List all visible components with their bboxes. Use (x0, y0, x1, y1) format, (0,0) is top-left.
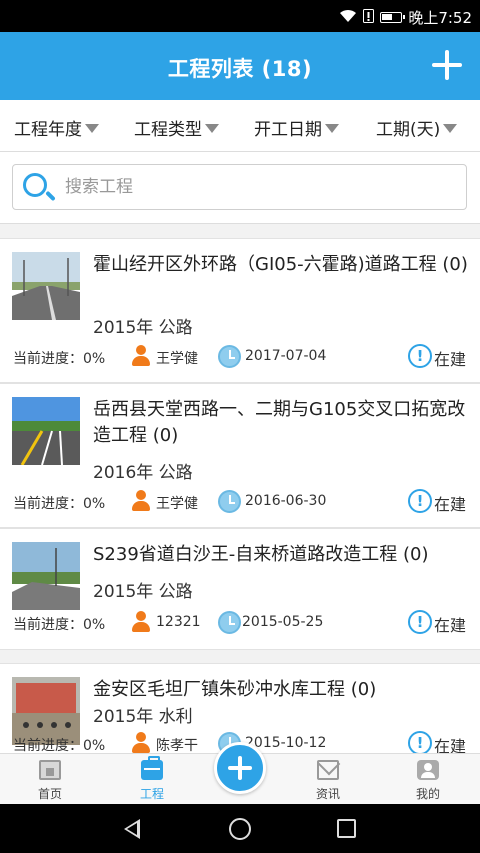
tab-label: 首页 (37, 787, 62, 801)
project-thumbnail (12, 397, 80, 465)
project-progress: 当前进度：0% (13, 738, 106, 753)
filter-project-type[interactable]: 工程类型 (134, 115, 219, 140)
project-manager: 王学健 (156, 496, 198, 512)
caret-down-icon (443, 124, 458, 133)
project-item[interactable]: S239省道白沙王-自来桥道路改造工程 (0) 2015年 公路 当前进度：0%… (0, 528, 480, 650)
app-bar: 工程列表 (18) (0, 32, 480, 100)
tab-label: 工程 (139, 787, 164, 801)
caret-down-icon (85, 124, 99, 133)
home-icon (39, 760, 61, 780)
project-meta: 当前进度：0% 王学健 2016-06-30 ! 在建 (0, 489, 480, 514)
project-date: 2016-06-30 (245, 493, 327, 509)
project-status: 在建 (434, 737, 467, 753)
project-meta: 当前进度：0% 王学健 2017-07-04 ! 在建 (0, 344, 480, 369)
back-icon[interactable] (124, 819, 140, 839)
project-date: 2017-07-04 (245, 348, 327, 364)
project-year-type: 2016年 公路 (93, 463, 193, 483)
project-date: 2015-05-25 (242, 614, 324, 630)
project-manager: 陈孝干 (156, 738, 198, 753)
status-icons: 晚上7:52 (339, 7, 472, 28)
caret-down-icon (325, 124, 339, 133)
project-progress: 当前进度：0% (13, 496, 106, 512)
project-status: 在建 (434, 350, 467, 369)
tab-news[interactable]: 资讯 (288, 754, 368, 805)
search-input[interactable] (65, 173, 455, 201)
center-add-button[interactable] (214, 742, 266, 794)
search-area (0, 152, 480, 224)
project-status: 在建 (434, 616, 467, 635)
clock-icon (218, 611, 241, 634)
filter-label: 工期(天) (376, 120, 441, 140)
project-name: 岳西县天堂西路一、二期与G105交叉口拓宽改造工程 (0) (93, 399, 466, 446)
project-list: 霍山经开区外环路（GI05-六霍路)道路工程 (0) 2015年 公路 当前进度… (0, 238, 480, 753)
project-name: 金安区毛坦厂镇朱砂冲水库工程 (0) (93, 679, 377, 700)
project-manager: 12321 (156, 614, 201, 630)
filter-duration[interactable]: 工期(天) (376, 115, 458, 140)
recent-apps-icon[interactable] (337, 819, 356, 838)
alert-icon: ! (408, 344, 432, 368)
filter-label: 开工日期 (254, 120, 322, 140)
status-time: 晚上7:52 (408, 9, 472, 27)
briefcase-icon (141, 756, 163, 780)
project-year-type: 2015年 公路 (93, 318, 193, 338)
tab-home[interactable]: 首页 (10, 754, 90, 805)
mail-icon (317, 760, 339, 780)
wifi-icon (339, 9, 357, 27)
person-icon (130, 732, 152, 753)
caret-down-icon (205, 124, 219, 133)
search-box[interactable] (12, 164, 467, 210)
alert-icon: ! (408, 731, 432, 753)
search-icon (21, 171, 56, 205)
project-progress: 当前进度：0% (13, 351, 106, 367)
tab-me[interactable]: 我的 (388, 754, 468, 805)
sim-alert-icon (363, 8, 375, 27)
project-name: S239省道白沙王-自来桥道路改造工程 (0) (93, 544, 429, 565)
filter-label: 工程类型 (134, 120, 202, 140)
add-project-button[interactable] (426, 44, 468, 86)
project-item[interactable]: 岳西县天堂西路一、二期与G105交叉口拓宽改造工程 (0) 2016年 公路 当… (0, 383, 480, 528)
project-progress: 当前进度：0% (13, 617, 106, 633)
project-name: 霍山经开区外环路（GI05-六霍路)道路工程 (0) (93, 254, 468, 275)
person-icon (130, 611, 152, 633)
status-bar: 晚上7:52 (0, 0, 480, 32)
project-thumbnail (12, 252, 80, 320)
clock-icon (218, 490, 241, 513)
filter-label: 工程年度 (14, 120, 82, 140)
project-manager: 王学健 (156, 351, 198, 367)
alert-icon: ! (408, 489, 432, 513)
tab-projects[interactable]: 工程 (112, 754, 192, 805)
tab-label: 资讯 (315, 787, 340, 801)
filter-bar: 工程年度 工程类型 开工日期 工期(天) (0, 100, 480, 152)
project-year-type: 2015年 水利 (93, 707, 193, 727)
project-status: 在建 (434, 495, 467, 514)
clock-icon (218, 345, 241, 368)
project-meta: 当前进度：0% 12321 2015-05-25 ! 在建 (0, 610, 480, 635)
system-nav-bar (0, 804, 480, 853)
page-title: 工程列表 (18) (167, 57, 313, 81)
project-item[interactable]: 霍山经开区外环路（GI05-六霍路)道路工程 (0) 2015年 公路 当前进度… (0, 238, 480, 383)
person-icon (130, 345, 152, 367)
project-thumbnail (12, 542, 80, 610)
person-icon (130, 490, 152, 512)
filter-project-year[interactable]: 工程年度 (14, 115, 99, 140)
battery-icon (380, 12, 406, 23)
filter-start-date[interactable]: 开工日期 (254, 115, 339, 140)
tab-label: 我的 (415, 787, 440, 801)
project-item[interactable]: 金安区毛坦厂镇朱砂冲水库工程 (0) 2015年 水利 当前进度：0% 陈孝干 … (0, 663, 480, 753)
alert-icon: ! (408, 610, 432, 634)
project-year-type: 2015年 公路 (93, 582, 193, 602)
user-icon (417, 760, 439, 780)
home-circle-icon[interactable] (229, 818, 251, 840)
